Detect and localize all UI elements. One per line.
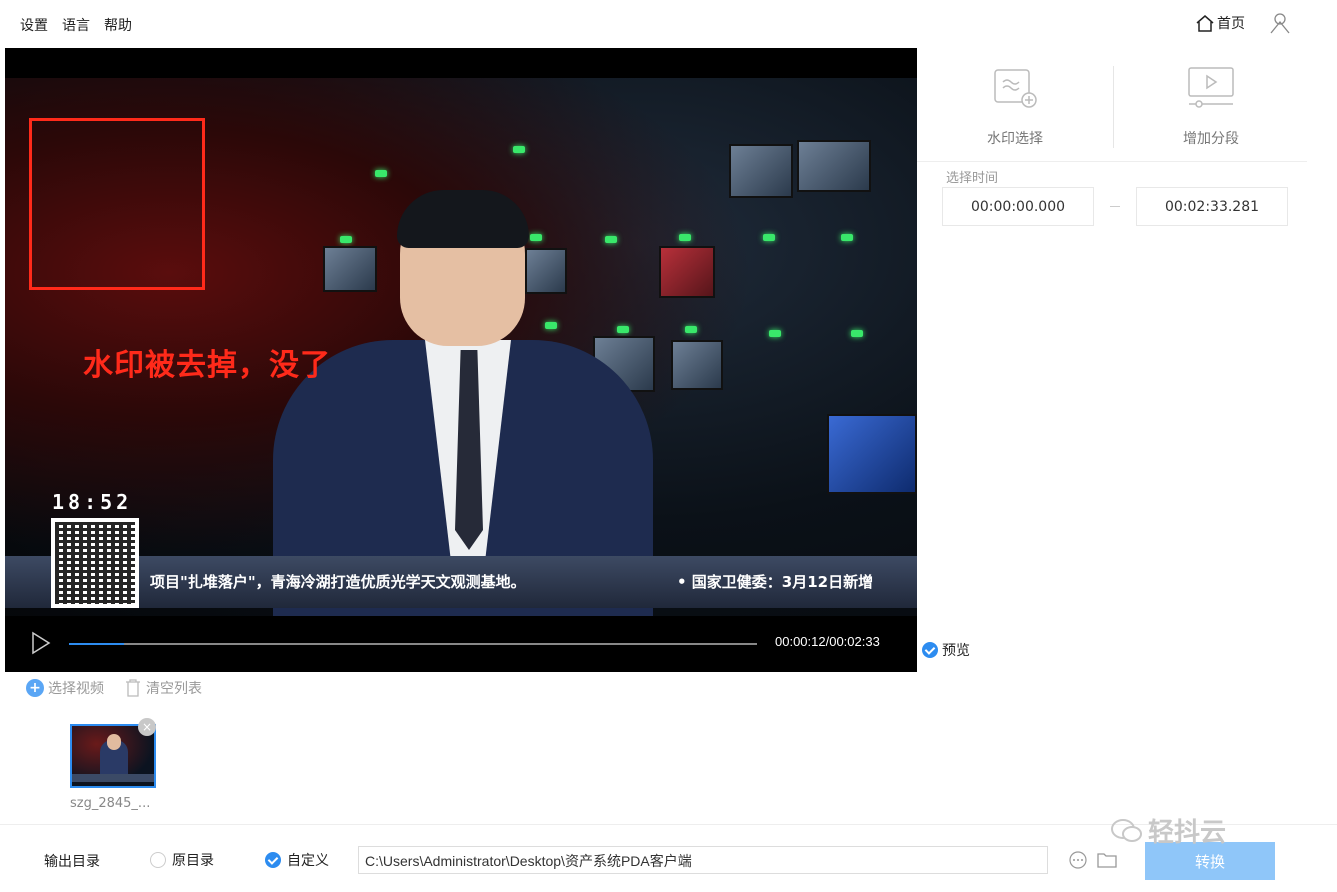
ticker-text: 项目"扎堆落户"，青海冷湖打造优质光学天文观测基地。 [150, 573, 526, 591]
list-actions: + 选择视频 清空列表 [26, 678, 202, 698]
news-ticker: 项目"扎堆落户"，青海冷湖打造优质光学天文观测基地。 • 国家卫健委：3月12日… [5, 556, 917, 608]
custom-dir-radio[interactable]: 自定义 [265, 850, 329, 870]
select-video-button[interactable]: + 选择视频 [26, 678, 104, 698]
video-player[interactable]: 水印被去掉，没了 18:52 项目"扎堆落户"，青海冷湖打造优质光学天文观测基地… [5, 48, 917, 672]
home-icon [1196, 15, 1214, 32]
wechat-icon [1111, 818, 1142, 842]
custom-dir-label: 自定义 [287, 853, 329, 869]
check-icon [922, 642, 938, 658]
brand-watermark: 轻抖云 [1110, 812, 1226, 849]
add-segment-label: 增加分段 [1183, 131, 1239, 147]
preview-label: 预览 [942, 643, 970, 659]
progress-fill [69, 643, 125, 645]
trash-icon [126, 679, 140, 697]
studio-monitor [671, 340, 723, 390]
home-label: 首页 [1217, 16, 1245, 32]
more-icon[interactable] [1068, 850, 1088, 870]
anchor-hair [397, 190, 529, 248]
clear-list-button[interactable]: 清空列表 [124, 678, 202, 698]
studio-light [679, 234, 691, 241]
progress-bar[interactable] [69, 643, 757, 645]
studio-monitor [323, 246, 377, 292]
studio-light [763, 234, 775, 241]
folder-icon[interactable] [1096, 850, 1118, 870]
studio-monitor [659, 246, 715, 298]
check-icon [265, 852, 281, 868]
clear-list-label: 清空列表 [146, 681, 202, 697]
user-icon[interactable] [1269, 12, 1291, 34]
studio-light [545, 322, 557, 329]
studio-light [769, 330, 781, 337]
studio-light [841, 234, 853, 241]
radio-icon [150, 852, 166, 868]
start-time-field[interactable]: 00:00:00.000 [942, 187, 1094, 226]
time-separator [1110, 206, 1120, 207]
menu-language[interactable]: 语言 [62, 15, 90, 35]
studio-light [617, 326, 629, 333]
studio-monitor [827, 414, 917, 494]
watermark-select-label: 水印选择 [987, 131, 1043, 147]
qr-code [51, 518, 139, 608]
annotation-text: 水印被去掉，没了 [83, 348, 331, 383]
studio-light [340, 236, 352, 243]
studio-monitor [525, 248, 567, 294]
studio-light [530, 234, 542, 241]
segment-icon [1188, 67, 1234, 108]
menu-settings[interactable]: 设置 [20, 15, 48, 35]
studio-monitor [729, 144, 793, 198]
video-frame: 水印被去掉，没了 18:52 项目"扎堆落户"，青海冷湖打造优质光学天文观测基地… [5, 78, 917, 670]
studio-light [375, 170, 387, 177]
top-bar: 设置 语言 帮助 首页 [0, 0, 1337, 48]
original-dir-label: 原目录 [172, 853, 214, 869]
output-dir-label: 输出目录 [44, 854, 100, 870]
studio-light [851, 330, 863, 337]
time-select-label: 选择时间 [946, 171, 999, 186]
end-time-field[interactable]: 00:02:33.281 [1136, 187, 1288, 226]
broadcast-clock: 18:52 [52, 490, 133, 514]
watermark-icon [994, 69, 1037, 108]
watermark-select-button[interactable]: 水印选择 [917, 66, 1113, 148]
brand-text: 轻抖云 [1148, 818, 1227, 848]
select-video-label: 选择视频 [48, 681, 104, 697]
video-filename: szg_2845_... [70, 796, 151, 811]
studio-monitor [797, 140, 871, 192]
plus-icon: + [26, 679, 44, 697]
original-dir-radio[interactable]: 原目录 [150, 850, 214, 870]
studio-light [685, 326, 697, 333]
remove-video-icon[interactable]: × [138, 718, 156, 736]
output-path-field[interactable]: C:\Users\Administrator\Desktop\资产系统PDA客户… [358, 846, 1048, 874]
add-segment-button[interactable]: 增加分段 [1113, 66, 1309, 148]
play-icon[interactable] [27, 630, 53, 656]
preview-checkbox[interactable]: 预览 [922, 640, 970, 660]
menu-bar: 设置 语言 帮助 [20, 15, 132, 35]
ticker-text-right: • 国家卫健委：3月12日新增 [677, 573, 874, 591]
watermark-removed-box [29, 118, 205, 290]
home-button[interactable]: 首页 [1195, 13, 1245, 33]
timecode: 00:00:12/00:02:33 [775, 634, 880, 649]
studio-light [513, 146, 525, 153]
tool-panel: 水印选择 增加分段 [917, 48, 1307, 162]
studio-light [605, 236, 617, 243]
player-controls: 00:00:12/00:02:33 [5, 616, 917, 672]
menu-help[interactable]: 帮助 [104, 15, 132, 35]
